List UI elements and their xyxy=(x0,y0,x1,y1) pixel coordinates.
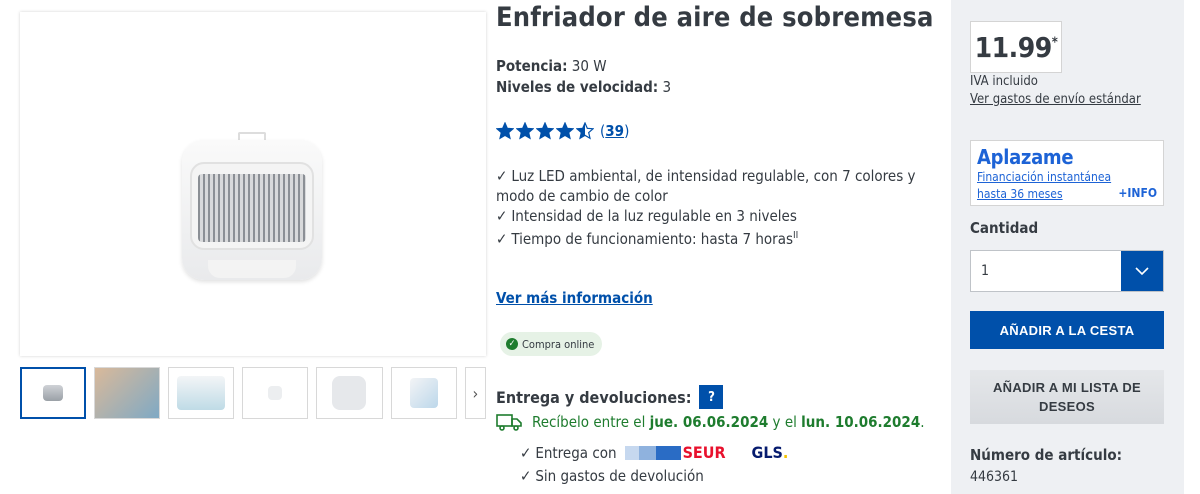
delivery-date-from: jue. 06.06.2024 xyxy=(649,413,769,431)
wishlist-label-1: AÑADIR A MI LISTA DE xyxy=(992,380,1142,395)
chevron-right-icon: › xyxy=(472,383,479,403)
check-icon: ✓ xyxy=(496,230,508,248)
delivery-heading: Entrega y devoluciones: ? xyxy=(496,385,724,409)
spec-power: Potencia: 30 W xyxy=(496,57,607,75)
thumbnail-strip: › xyxy=(20,367,487,419)
seur-logo-text: SEUR xyxy=(682,443,726,462)
footnote-mark: II xyxy=(793,230,799,241)
wishlist-label-2: DESEOS xyxy=(1039,399,1095,414)
feature-text: Tiempo de funcionamiento: hasta 7 horas xyxy=(511,230,794,248)
gls-logo-dot: . xyxy=(782,443,789,462)
price-box: 11.99* xyxy=(970,21,1062,73)
product-title: Enfriador de aire de sobremesa xyxy=(496,2,934,33)
truck-icon xyxy=(496,414,522,431)
returns-info: ✓ Sin gastos de devolución xyxy=(520,467,704,485)
thumbnail-1[interactable] xyxy=(20,367,87,419)
price: 11.99* xyxy=(975,31,1058,64)
badge-label: Compra online xyxy=(522,337,595,351)
carrier-row: ✓ Entrega con SEUR GLS. xyxy=(520,443,788,462)
star-icon xyxy=(536,122,554,140)
gls-logo-text: GLS xyxy=(751,443,783,462)
star-icon xyxy=(496,122,514,140)
thumbnail-2[interactable] xyxy=(94,367,161,419)
quantity-select[interactable]: 1 xyxy=(970,250,1164,292)
spec-value: 30 W xyxy=(571,57,607,75)
rating-count[interactable]: (39) xyxy=(600,122,629,140)
feature-item: ✓ Luz LED ambiental, de intensidad regula… xyxy=(496,166,916,206)
thumbnail-3[interactable] xyxy=(168,367,235,419)
rating-count-link[interactable]: 39 xyxy=(605,122,624,140)
spec-label: Niveles de velocidad: xyxy=(496,78,659,96)
thumbnail-4[interactable] xyxy=(242,367,309,419)
price-value: 11.99 xyxy=(974,30,1053,64)
spec-speed-levels: Niveles de velocidad: 3 xyxy=(496,78,671,96)
feature-item: ✓ Intensidad de la luz regulable en 3 niv… xyxy=(496,206,916,226)
aplazame-logo: Aplazame xyxy=(977,145,1074,169)
product-rating[interactable]: (39) xyxy=(496,122,629,140)
returns-text: Sin gastos de devolución xyxy=(535,467,704,485)
delivery-estimate: Recíbelo entre el jue. 06.06.2024 y el l… xyxy=(496,413,925,431)
add-to-cart-button[interactable]: AÑADIR A LA CESTA xyxy=(970,311,1164,349)
financing-info-link[interactable]: +INFO xyxy=(1118,186,1157,200)
seur-logo: SEUR xyxy=(624,443,726,462)
check-icon: ✓ xyxy=(520,467,532,485)
check-icon: ✓ xyxy=(496,207,508,225)
quantity-label: Cantidad xyxy=(970,219,1039,237)
add-to-wishlist-button[interactable]: AÑADIR A MI LISTA DE DESEOS xyxy=(970,370,1164,424)
feature-text: Luz LED ambiental, de intensidad regulab… xyxy=(496,167,916,205)
feature-item: ✓ Tiempo de funcionamiento: hasta 7 horas… xyxy=(496,226,916,249)
shipping-costs-link[interactable]: Ver gastos de envío estándar xyxy=(970,92,1141,107)
air-cooler-image xyxy=(182,132,322,280)
delivery-mid: y el xyxy=(772,413,797,431)
more-info-link[interactable]: Ver más información xyxy=(496,289,653,307)
rating-stars xyxy=(496,122,594,140)
thumbnail-next-button[interactable]: › xyxy=(464,367,487,419)
thumbnail-5[interactable] xyxy=(316,367,383,419)
purchase-sidebar: 11.99* IVA incluido Ver gastos de envío … xyxy=(951,0,1184,494)
product-image[interactable] xyxy=(20,12,486,356)
check-icon: ✓ xyxy=(496,167,508,185)
vat-note: IVA incluido xyxy=(970,74,1038,89)
check-icon: ✓ xyxy=(520,443,532,462)
spec-value: 3 xyxy=(662,78,672,96)
feature-list: ✓ Luz LED ambiental, de intensidad regula… xyxy=(496,166,916,249)
carrier-label: Entrega con xyxy=(535,443,617,462)
online-purchase-badge: ✓ Compra online xyxy=(500,332,603,356)
help-button[interactable]: ? xyxy=(699,385,724,409)
delivery-suffix: . xyxy=(920,413,925,431)
star-icon xyxy=(516,122,534,140)
delivery-heading-text: Entrega y devoluciones: xyxy=(496,387,692,407)
article-number: 446361 xyxy=(970,469,1019,485)
chevron-down-icon xyxy=(1135,267,1149,276)
check-circle-icon: ✓ xyxy=(506,338,518,350)
price-footnote-mark: * xyxy=(1051,35,1058,51)
quantity-value[interactable]: 1 xyxy=(971,251,1121,291)
star-icon xyxy=(576,122,594,140)
article-number-label: Número de artículo: xyxy=(970,446,1122,464)
financing-line-1[interactable]: Financiación instantánea xyxy=(977,169,1157,186)
quantity-dropdown-button[interactable] xyxy=(1121,251,1163,291)
delivery-date-to: lun. 10.06.2024 xyxy=(801,413,921,431)
spec-label: Potencia: xyxy=(496,57,568,75)
financing-box[interactable]: Aplazame Financiación instantánea hasta … xyxy=(970,140,1164,206)
delivery-prefix: Recíbelo entre el xyxy=(532,413,646,431)
thumbnail-6[interactable] xyxy=(390,367,457,419)
gls-logo: GLS. xyxy=(752,443,789,462)
star-icon xyxy=(556,122,574,140)
feature-text: Intensidad de la luz regulable en 3 nive… xyxy=(511,207,797,225)
